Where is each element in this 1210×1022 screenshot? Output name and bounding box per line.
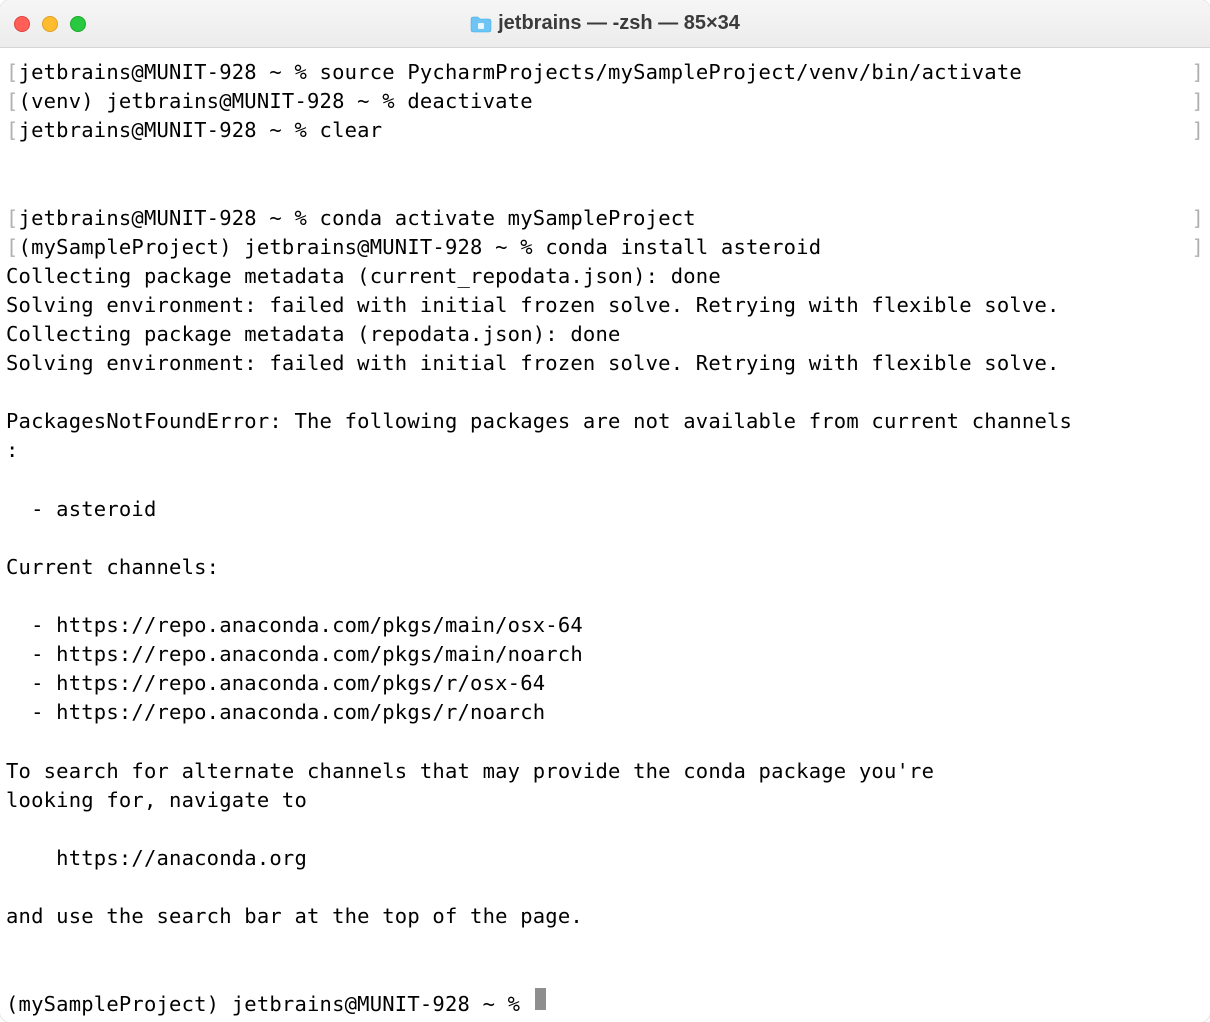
terminal-line: Current channels: [6,553,1204,582]
terminal-text: To search for alternate channels that ma… [6,757,934,786]
terminal-text: PackagesNotFoundError: The following pac… [6,407,1072,436]
terminal-text [6,728,19,757]
terminal-text: jetbrains@MUNIT-928 ~ % conda activate m… [19,204,1192,233]
window-title-text: jetbrains — -zsh — 85×34 [498,12,740,35]
prompt-right-bracket: ] [1191,116,1204,145]
terminal-line: - https://repo.anaconda.com/pkgs/r/noarc… [6,698,1204,727]
terminal-line: looking for, navigate to [6,786,1204,815]
terminal-text: - asteroid [6,495,157,524]
terminal-text: looking for, navigate to [6,786,307,815]
terminal-text: : [6,436,19,465]
terminal-line [6,174,1204,203]
terminal-line: [(venv) jetbrains@MUNIT-928 ~ % deactiva… [6,87,1204,116]
terminal-text: Solving environment: failed with initial… [6,349,1060,378]
window-controls [14,16,86,32]
terminal-text: (mySampleProject) jetbrains@MUNIT-928 ~ … [19,233,1192,262]
terminal-prompt[interactable]: (mySampleProject) jetbrains@MUNIT-928 ~ … [6,990,533,1019]
terminal-text: - https://repo.anaconda.com/pkgs/r/noarc… [6,698,545,727]
terminal-text [6,873,19,902]
terminal-text: jetbrains@MUNIT-928 ~ % clear [19,116,1192,145]
terminal-line: [jetbrains@MUNIT-928 ~ % source PycharmP… [6,58,1204,87]
terminal-text [6,524,19,553]
terminal-line: [jetbrains@MUNIT-928 ~ % clear] [6,116,1204,145]
minimize-button[interactable] [42,16,58,32]
terminal-line: - https://repo.anaconda.com/pkgs/main/os… [6,611,1204,640]
terminal-output[interactable]: [jetbrains@MUNIT-928 ~ % source PycharmP… [0,48,1210,1022]
terminal-line [6,524,1204,553]
terminal-text: - https://repo.anaconda.com/pkgs/main/no… [6,640,583,669]
terminal-text [6,174,19,203]
terminal-text [6,466,19,495]
terminal-line [6,815,1204,844]
terminal-text: Current channels: [6,553,219,582]
terminal-line [6,728,1204,757]
terminal-window: jetbrains — -zsh — 85×34 [jetbrains@MUNI… [0,0,1210,1022]
terminal-text: - https://repo.anaconda.com/pkgs/main/os… [6,611,583,640]
terminal-line: [(mySampleProject) jetbrains@MUNIT-928 ~… [6,233,1204,262]
prompt-left-bracket: [ [6,58,19,87]
terminal-line [6,960,1204,989]
terminal-line [6,145,1204,174]
prompt-right-bracket: ] [1191,87,1204,116]
terminal-line [6,931,1204,960]
terminal-text: - https://repo.anaconda.com/pkgs/r/osx-6… [6,669,545,698]
terminal-line: Solving environment: failed with initial… [6,291,1204,320]
terminal-text: jetbrains@MUNIT-928 ~ % source PycharmPr… [19,58,1192,87]
terminal-text [6,582,19,611]
terminal-text: https://anaconda.org [6,844,307,873]
terminal-text: (venv) jetbrains@MUNIT-928 ~ % deactivat… [19,87,1192,116]
terminal-text: and use the search bar at the top of the… [6,902,583,931]
prompt-left-bracket: [ [6,116,19,145]
prompt-right-bracket: ] [1191,233,1204,262]
terminal-text: Collecting package metadata (current_rep… [6,262,721,291]
terminal-line: Collecting package metadata (repodata.js… [6,320,1204,349]
terminal-line: - https://repo.anaconda.com/pkgs/main/no… [6,640,1204,669]
maximize-button[interactable] [70,16,86,32]
cursor-icon [535,988,546,1010]
terminal-line [6,582,1204,611]
prompt-right-bracket: ] [1191,58,1204,87]
terminal-line: https://anaconda.org [6,844,1204,873]
terminal-text [6,145,19,174]
prompt-left-bracket: [ [6,233,19,262]
terminal-line: : [6,436,1204,465]
terminal-line [6,466,1204,495]
terminal-line: Collecting package metadata (current_rep… [6,262,1204,291]
terminal-line [6,378,1204,407]
prompt-left-bracket: [ [6,204,19,233]
terminal-text: Solving environment: failed with initial… [6,291,1060,320]
terminal-line [6,873,1204,902]
titlebar: jetbrains — -zsh — 85×34 [0,0,1210,48]
terminal-text [6,378,19,407]
terminal-line: [jetbrains@MUNIT-928 ~ % conda activate … [6,204,1204,233]
close-button[interactable] [14,16,30,32]
terminal-text: Collecting package metadata (repodata.js… [6,320,621,349]
terminal-line: - asteroid [6,495,1204,524]
terminal-text [6,931,19,960]
window-title: jetbrains — -zsh — 85×34 [0,12,1210,35]
terminal-line: PackagesNotFoundError: The following pac… [6,407,1204,436]
terminal-text [6,960,19,989]
prompt-left-bracket: [ [6,87,19,116]
terminal-line: and use the search bar at the top of the… [6,902,1204,931]
terminal-text [6,815,19,844]
prompt-right-bracket: ] [1191,204,1204,233]
terminal-line: (mySampleProject) jetbrains@MUNIT-928 ~ … [6,990,1204,1019]
folder-icon [470,15,492,33]
terminal-line: Solving environment: failed with initial… [6,349,1204,378]
terminal-line: To search for alternate channels that ma… [6,757,1204,786]
terminal-line: - https://repo.anaconda.com/pkgs/r/osx-6… [6,669,1204,698]
